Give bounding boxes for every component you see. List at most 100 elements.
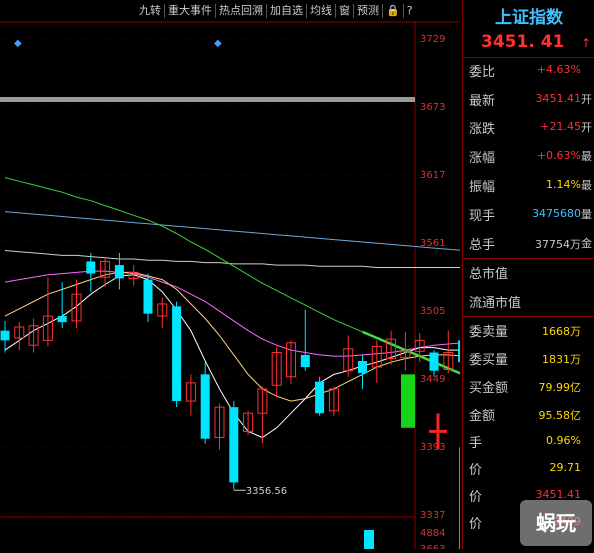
toolbar-item-add-watchlist[interactable]: 加自选: [267, 4, 307, 18]
candle-body-down: [0, 330, 10, 341]
quote-row-value: 95.58亿: [538, 409, 582, 422]
quote-row: 金额 95.58亿: [463, 401, 594, 429]
candle: [429, 350, 439, 377]
marker-diamond: ◆: [214, 38, 222, 49]
quote-row-value: +21.45: [540, 120, 581, 133]
toolbar-item-forecast[interactable]: 预测: [354, 4, 383, 18]
quote-row: 振幅 1.14% 最: [463, 172, 594, 200]
quote-row-value: 3475680: [532, 207, 581, 220]
candle: [386, 330, 397, 365]
price-tick-label: 3505: [420, 306, 445, 317]
candle-body-down: [86, 261, 96, 274]
lock-icon[interactable]: 🔒: [383, 4, 404, 18]
quote-row-label: 金额: [469, 409, 496, 424]
quote-row-value: 29.71: [549, 461, 582, 474]
quote-row-value: 1831万: [542, 353, 581, 366]
quote-row: 价 29.71: [463, 455, 594, 483]
quote-row-label: 振幅: [469, 180, 496, 195]
quote-row: 涨跌 +21.45 开: [463, 114, 594, 142]
quote-row: 涨幅 +0.63% 最: [463, 143, 594, 171]
price-tick-label: 3617: [420, 170, 445, 181]
candle: [300, 310, 310, 371]
candle: [172, 301, 182, 408]
candles: [0, 252, 510, 490]
watermark-logo: 蜗玩: [520, 500, 592, 546]
quote-row-value: 79.99亿: [538, 381, 582, 394]
quote-row-label: 委卖量: [469, 325, 509, 340]
quote-row-label: 涨幅: [469, 151, 496, 166]
candle: [185, 374, 196, 416]
marker-diamond: ◆: [14, 38, 22, 49]
quote-row: 手 0.96%: [463, 428, 594, 456]
candle: [229, 401, 239, 490]
candle-body-down: [458, 340, 468, 363]
quote-row-suffix: 最: [581, 179, 592, 192]
toolbar-item-jiuzhuan[interactable]: 九转: [136, 4, 165, 18]
candle-body-down: [114, 265, 124, 279]
quote-row-suffix: 金: [581, 237, 592, 250]
quote-row: 买金额 79.99亿: [463, 373, 594, 401]
quote-row-value: 3451.41: [535, 92, 582, 105]
volume-bar: [364, 530, 374, 549]
quote-row-suffix: 开: [581, 93, 592, 106]
candle-body-down: [429, 352, 439, 371]
projection-bar-down: [401, 374, 415, 428]
quote-row-label: 现手: [469, 209, 496, 224]
candle: [243, 410, 254, 436]
quote-row-label: 价: [469, 517, 483, 532]
candle: [328, 386, 339, 416]
quote-row-label: 委比: [469, 65, 496, 80]
quote-row-label: 涨跌: [469, 122, 496, 137]
up-arrow-icon: ↑: [581, 36, 592, 50]
quote-row: 现手 3475680 量: [463, 201, 594, 229]
kline-chart[interactable]: ◆ ◆ 3729 3673 3617 3561 3505 3449 3393 3337 4884 3…: [0, 0, 594, 553]
price-tick-label: 3449: [420, 374, 445, 385]
quote-row-value: 1.14%: [546, 178, 581, 191]
panel-divider: [0, 97, 415, 102]
toolbar-item-major-events[interactable]: 重大事件: [165, 4, 216, 18]
candle: [143, 273, 153, 323]
volume-tick-label: 3663: [420, 544, 445, 549]
candle: [14, 322, 25, 351]
candle-body-down: [300, 354, 310, 368]
candle: [57, 282, 67, 329]
quote-row-label: 价: [469, 490, 483, 505]
projection-bar-down: [459, 447, 460, 553]
price-tick-label: 3673: [420, 102, 445, 113]
quote-row: 流通市值: [463, 288, 594, 316]
quote-row: 总手 37754万金: [463, 230, 594, 258]
quote-row: 总市值: [463, 259, 594, 287]
quote-row-suffix: 开: [581, 121, 592, 134]
ma10-line: [4, 271, 506, 402]
candle: [315, 376, 325, 416]
quote-row-suffix: 最: [581, 150, 592, 163]
kline-svg[interactable]: ◆ ◆ 3729367336173561350534493393333748843…: [0, 0, 594, 553]
toolbar-item-window[interactable]: 窗: [336, 4, 354, 18]
quote-row-value: 37754万: [535, 238, 581, 251]
price-tick-label: 3561: [420, 238, 445, 249]
candle: [157, 297, 168, 329]
candle: [286, 340, 296, 385]
candle: [271, 346, 282, 398]
candle-body-down: [229, 407, 239, 483]
low-marker-label: 3356.56: [246, 486, 287, 497]
price-tick-label: 3393: [420, 442, 445, 453]
quote-panel: 上证指数 3451. 41 ↑ 委比 +4.63% 最新 3451.41 开涨跌 +21.…: [462, 0, 594, 549]
question-icon[interactable]: ?: [404, 4, 416, 18]
projection-bars: [364, 374, 460, 553]
chart-toolbar: 九转 重大事件 热点回溯 加自选 均线 窗 预测 🔒 ?: [136, 2, 416, 20]
quote-row-label: 委买量: [469, 353, 509, 368]
quote-row-label: 流通市值: [469, 296, 522, 311]
candle-body-down: [172, 306, 182, 402]
candle: [358, 354, 367, 389]
panel-divider: [463, 57, 594, 58]
toolbar-item-ma[interactable]: 均线: [307, 4, 336, 18]
quote-row: 最新 3451.41 开: [463, 86, 594, 114]
candle: [28, 318, 39, 353]
quote-row-value: +4.63%: [536, 63, 581, 76]
toolbar-item-hotspot[interactable]: 热点回溯: [216, 4, 267, 18]
quote-row: 委买量 1831万: [463, 345, 594, 373]
quote-row-label: 价: [469, 463, 483, 478]
candle: [86, 252, 96, 292]
candle: [400, 331, 411, 371]
